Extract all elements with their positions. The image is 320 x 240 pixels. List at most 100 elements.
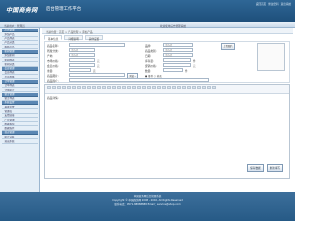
footer-contact: 联系电话：0571-88888888 Email：service@shop.co… (114, 203, 181, 206)
sidebar-item[interactable]: 添加新闻 (1, 54, 38, 58)
product-image-input[interactable] (69, 73, 125, 78)
sidebar-item[interactable]: 基本设置 (1, 106, 38, 110)
origin-select[interactable]: 请选择 (69, 53, 95, 58)
welcome-text: 欢迎使用后台管理系统 (160, 24, 186, 28)
market-price-input[interactable] (69, 58, 95, 63)
tab-detail[interactable]: 详细说明 (64, 35, 83, 41)
sidebar-item[interactable]: 添加产品 (1, 33, 38, 37)
tab-bar: 基本信息 详细说明 其他设置 (44, 35, 104, 41)
editor-tool-icon[interactable] (52, 86, 56, 89)
editor-tool-icon[interactable] (202, 86, 206, 89)
sidebar-item[interactable]: 新闻管理 (1, 50, 38, 54)
rich-text-editor[interactable]: 商品详情: 保存数据 重新填写 (44, 84, 290, 179)
editor-toolbar (45, 85, 289, 94)
product-form: 商品名称: 品牌: 请选择 上传图片 所属分类: 请选择 商品类别: 请选择 产… (44, 41, 290, 83)
sidebar-item[interactable]: 系统设置 (1, 101, 38, 106)
top-nav: 返回首页 修改密码 退出系统 (256, 2, 291, 6)
editor-tool-icon[interactable] (47, 86, 51, 89)
summary-input[interactable] (69, 78, 209, 83)
sidebar-item[interactable]: 日志管理 (1, 131, 38, 136)
top-nav-logout[interactable]: 退出系统 (281, 2, 291, 6)
editor-tool-icon[interactable] (127, 86, 131, 89)
sidebar-item[interactable]: 会员管理 (1, 67, 38, 71)
editor-tool-icon[interactable] (67, 86, 71, 89)
editor-tool-icon[interactable] (212, 86, 216, 89)
editor-tool-icon[interactable] (117, 86, 121, 89)
sidebar-item[interactable]: 推荐产品 (1, 46, 38, 50)
editor-tool-icon[interactable] (87, 86, 91, 89)
editor-tool-icon[interactable] (132, 86, 136, 89)
sidebar-item[interactable]: 订单管理 (1, 79, 38, 84)
breadcrumb: 当前位置：首页 > 产品管理 > 添加产品 (42, 28, 293, 34)
editor-tool-icon[interactable] (187, 86, 191, 89)
editor-tool-icon[interactable] (197, 86, 201, 89)
sidebar-item[interactable]: 新闻列表 (1, 59, 38, 63)
editor-tool-icon[interactable] (92, 86, 96, 89)
main-content: 当前位置：首页 > 产品管理 > 添加产品 基本信息 详细说明 其他设置 商品名… (42, 28, 293, 192)
editor-tool-icon[interactable] (182, 86, 186, 89)
current-user: 当前用户：管理员 (4, 24, 25, 28)
product-name-input[interactable] (69, 43, 125, 48)
editor-tool-icon[interactable] (107, 86, 111, 89)
editor-label: 商品详情: (47, 96, 59, 100)
count-input[interactable] (163, 68, 183, 73)
editor-tool-icon[interactable] (177, 86, 181, 89)
sidebar-item[interactable]: 统计分析 (1, 136, 38, 140)
sidebar-item[interactable]: 产品分类 (1, 41, 38, 46)
editor-tool-icon[interactable] (142, 86, 146, 89)
editor-tool-icon[interactable] (72, 86, 76, 89)
promo-price-input[interactable] (163, 63, 191, 68)
summary-label: 商品简介: (47, 79, 59, 83)
top-nav-password[interactable]: 修改密码 (268, 2, 278, 6)
sidebar-item[interactable]: 管理员 (1, 110, 38, 114)
weight-input[interactable] (69, 68, 91, 73)
stock-input[interactable] (163, 58, 191, 63)
editor-tool-icon[interactable] (77, 86, 81, 89)
editor-tool-icon[interactable] (102, 86, 106, 89)
editor-tool-icon[interactable] (137, 86, 141, 89)
editor-tool-icon[interactable] (112, 86, 116, 89)
tab-basic[interactable]: 基本信息 (44, 35, 63, 41)
tab-other[interactable]: 其他设置 (84, 35, 104, 41)
member-price-input[interactable] (69, 63, 95, 68)
sidebar-item[interactable]: 会员列表 (1, 71, 38, 76)
sidebar-item[interactable]: 退出系统 (1, 140, 38, 144)
editor-tool-icon[interactable] (97, 86, 101, 89)
editor-tool-icon[interactable] (62, 86, 66, 89)
editor-tool-icon[interactable] (162, 86, 166, 89)
sidebar-item[interactable]: 留言管理 (1, 92, 38, 97)
sidebar-item[interactable]: 数据恢复 (1, 127, 38, 131)
product-type-select[interactable]: 请选择 (163, 48, 193, 53)
date-select[interactable]: 请选择 (163, 53, 193, 58)
sidebar-item[interactable]: 留言列表 (1, 97, 38, 101)
editor-tool-icon[interactable] (57, 86, 61, 89)
sidebar-item[interactable]: 会员等级 (1, 76, 38, 80)
sidebar-item[interactable]: 产品管理 (1, 28, 38, 33)
editor-tool-icon[interactable] (192, 86, 196, 89)
reset-button[interactable]: 重新填写 (266, 164, 283, 172)
editor-tool-icon[interactable] (157, 86, 161, 89)
sidebar-item[interactable]: 新闻分类 (1, 63, 38, 67)
sidebar-item[interactable]: 数据备份 (1, 123, 38, 127)
sidebar-item[interactable]: 友情链接 (1, 114, 38, 118)
brand-select[interactable]: 请选择 (163, 43, 193, 48)
sidebar-item[interactable]: 订单列表 (1, 84, 38, 88)
category-select[interactable]: 请选择 (69, 48, 95, 53)
editor-tool-icon[interactable] (167, 86, 171, 89)
editor-tool-icon[interactable] (172, 86, 176, 89)
sidebar-item[interactable]: 产品列表 (1, 37, 38, 41)
sidebar-item[interactable]: 广告管理 (1, 119, 38, 123)
site-logo: 中国商务网 (6, 7, 38, 14)
editor-tool-icon[interactable] (82, 86, 86, 89)
editor-tool-icon[interactable] (207, 86, 211, 89)
sidebar-item[interactable]: 订单统计 (1, 89, 38, 93)
editor-tool-icon[interactable] (122, 86, 126, 89)
save-button[interactable]: 保存数据 (247, 164, 264, 172)
editor-tool-icon[interactable] (152, 86, 156, 89)
sidebar: 产品管理 添加产品 产品列表 产品分类 推荐产品 新闻管理 添加新闻 新闻列表 新闻分类 会员管理… (0, 28, 40, 192)
top-nav-home[interactable]: 返回首页 (256, 2, 266, 6)
page-footer: 中国商务网后台管理系统 Copyright © 中国商务网 2008 - 201… (0, 192, 295, 221)
app-header: 中国商务网 后台管理工作平台 返回首页 修改密码 退出系统 (0, 0, 295, 22)
image-preview (257, 43, 285, 71)
editor-tool-icon[interactable] (147, 86, 151, 89)
